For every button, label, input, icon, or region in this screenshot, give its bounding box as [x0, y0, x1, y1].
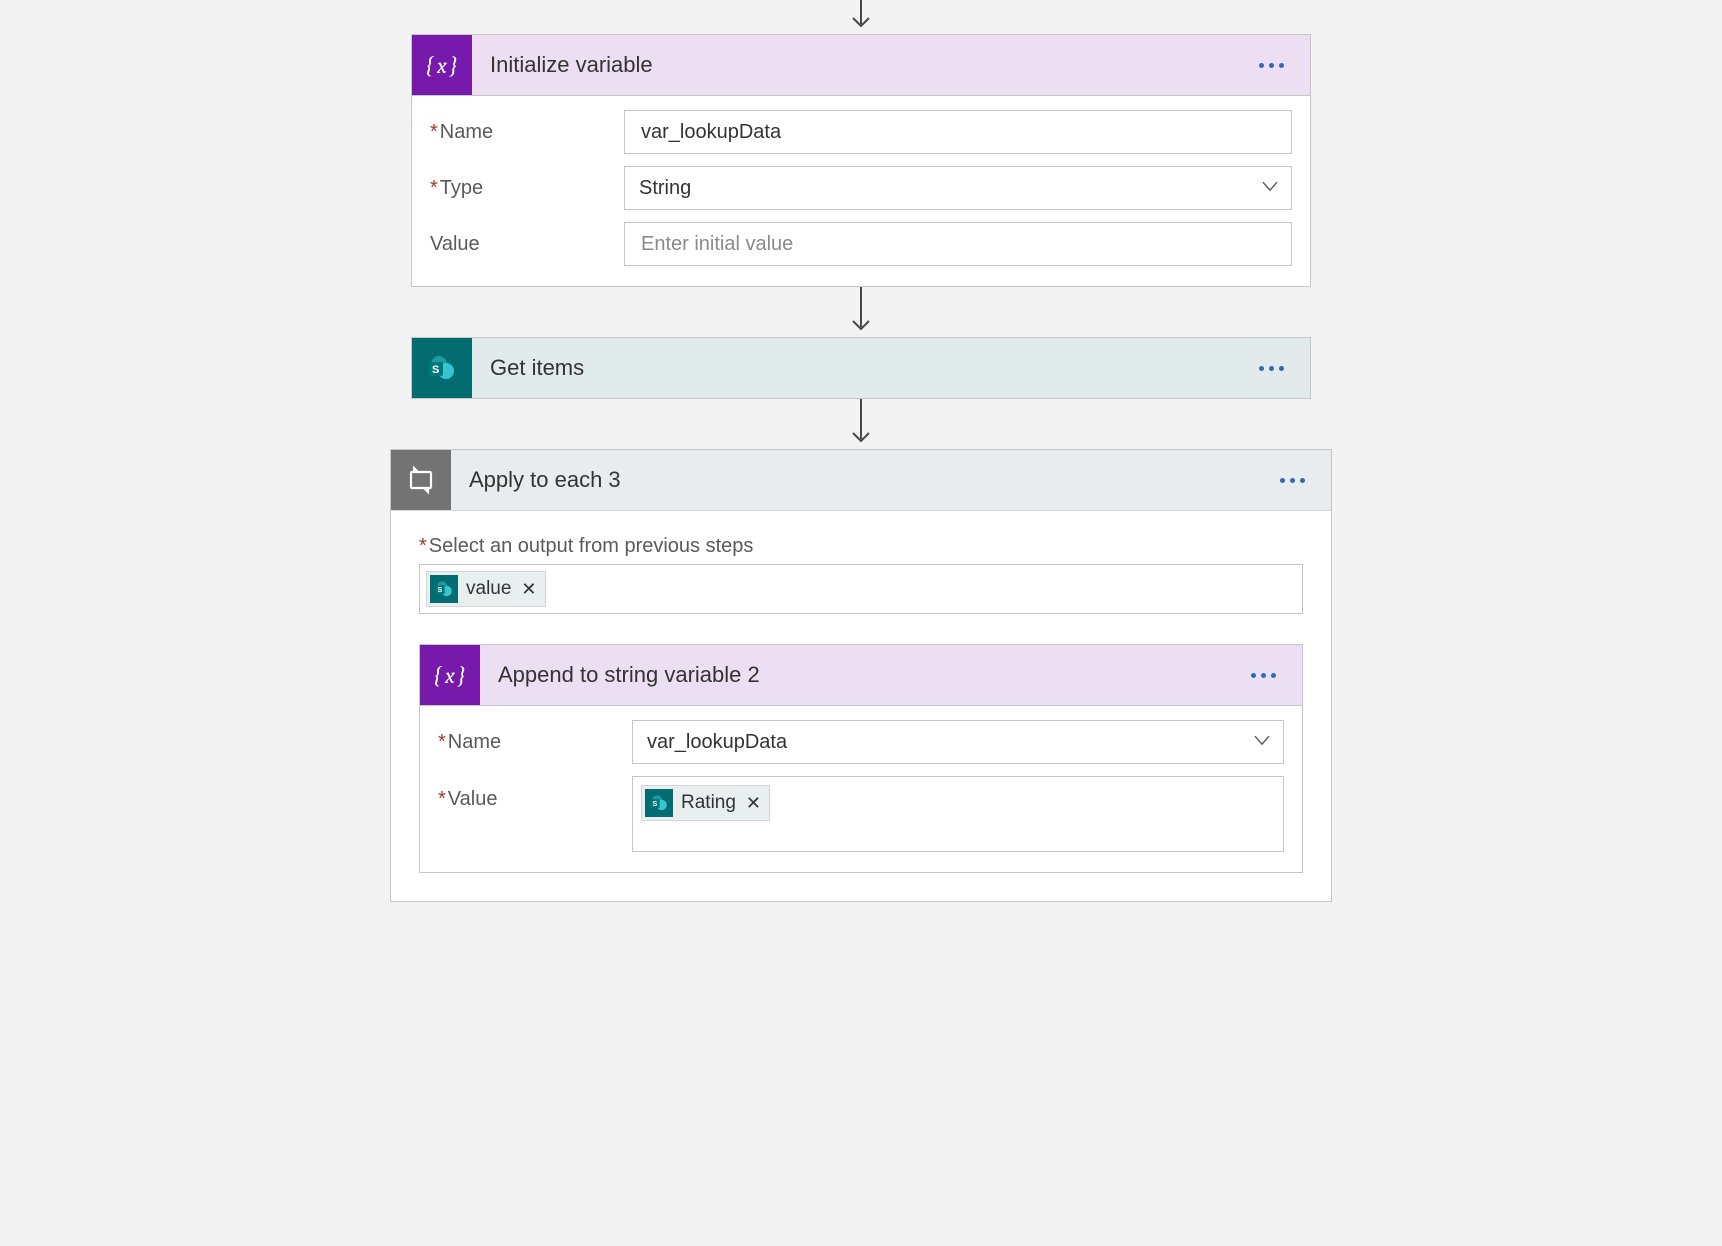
- field-label-value: *Value: [438, 776, 614, 811]
- step-apply-to-each: Apply to each 3 *Select an output from p…: [390, 449, 1332, 902]
- select-output-label: *Select an output from previous steps: [419, 535, 1303, 558]
- flow-arrow: [849, 399, 873, 449]
- token-remove[interactable]: ✕: [519, 579, 536, 600]
- name-select[interactable]: var_lookupData: [632, 720, 1284, 764]
- step-menu-button[interactable]: [1276, 474, 1309, 487]
- token-label: value: [466, 578, 511, 600]
- token-remove[interactable]: ✕: [744, 793, 761, 814]
- dynamic-token-rating[interactable]: S Rating ✕: [641, 785, 770, 821]
- name-select-value: var_lookupData: [647, 731, 787, 754]
- token-label: Rating: [681, 792, 736, 814]
- chevron-down-icon: [1253, 731, 1271, 749]
- variable-icon: { x }: [420, 645, 480, 705]
- flow-canvas: { x } Initialize variable *Name *Type St…: [0, 0, 1722, 1246]
- step-initialize-variable: { x } Initialize variable *Name *Type St…: [411, 34, 1311, 287]
- chevron-down-icon: [1261, 177, 1279, 195]
- value-input-wrapper[interactable]: [624, 222, 1292, 266]
- svg-text:}: }: [457, 661, 466, 689]
- step-header[interactable]: { x } Append to string variable 2: [420, 645, 1302, 706]
- name-input[interactable]: [639, 120, 1277, 145]
- sharepoint-icon: S: [412, 338, 472, 398]
- step-menu-button[interactable]: [1247, 669, 1280, 682]
- flow-arrow: [849, 0, 873, 34]
- svg-text:S: S: [653, 800, 658, 808]
- svg-text:}: }: [449, 51, 458, 79]
- variable-icon: { x }: [412, 35, 472, 95]
- name-input-wrapper[interactable]: [624, 110, 1292, 154]
- step-body: *Name *Type String Value: [412, 96, 1310, 286]
- step-append-string-variable: { x } Append to string variable 2 *Name …: [419, 644, 1303, 873]
- value-field[interactable]: S Rating ✕: [632, 776, 1284, 852]
- step-title: Append to string variable 2: [498, 662, 1229, 688]
- svg-text:S: S: [438, 586, 443, 594]
- loop-icon: [391, 450, 451, 510]
- select-output-field[interactable]: S value ✕: [419, 564, 1303, 614]
- step-body: *Select an output from previous steps S …: [391, 511, 1331, 901]
- step-header[interactable]: S Get items: [412, 338, 1310, 398]
- sharepoint-icon: S: [430, 575, 458, 603]
- dynamic-token-value[interactable]: S value ✕: [426, 571, 546, 607]
- svg-text:{: {: [433, 661, 442, 689]
- step-title: Get items: [490, 355, 1237, 381]
- field-label-name: *Name: [438, 731, 614, 754]
- step-menu-button[interactable]: [1255, 59, 1288, 72]
- step-title: Apply to each 3: [469, 467, 1258, 493]
- sharepoint-icon: S: [645, 789, 673, 817]
- type-select[interactable]: String: [624, 166, 1292, 210]
- step-body: *Name var_lookupData *Value: [420, 706, 1302, 872]
- field-label-name: *Name: [430, 121, 606, 144]
- field-label-type: *Type: [430, 177, 606, 200]
- svg-text:S: S: [432, 364, 439, 376]
- step-get-items: S Get items: [411, 337, 1311, 399]
- field-label-value: Value: [430, 233, 606, 256]
- step-header[interactable]: Apply to each 3: [391, 450, 1331, 511]
- step-header[interactable]: { x } Initialize variable: [412, 35, 1310, 96]
- type-select-value: String: [639, 177, 691, 200]
- step-menu-button[interactable]: [1255, 362, 1288, 375]
- step-title: Initialize variable: [490, 52, 1237, 78]
- svg-text:{: {: [425, 51, 434, 79]
- svg-text:x: x: [444, 663, 455, 689]
- flow-arrow: [849, 287, 873, 337]
- svg-text:x: x: [436, 53, 447, 79]
- value-input[interactable]: [639, 232, 1277, 257]
